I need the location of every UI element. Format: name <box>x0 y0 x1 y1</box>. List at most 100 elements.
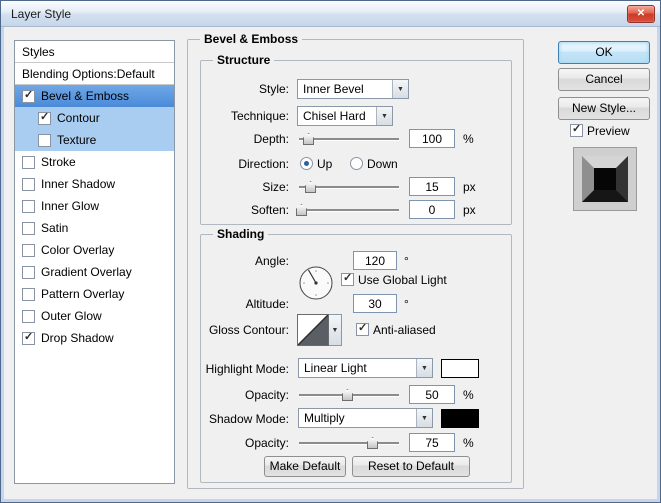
angle-label: Angle: <box>254 254 289 268</box>
shadow-color-swatch[interactable] <box>441 409 479 428</box>
sidebar-item-blending-options[interactable]: Blending Options:Default <box>15 63 174 85</box>
highlight-opacity-label: Opacity: <box>244 388 289 402</box>
preview-checkbox[interactable]: ✓ <box>570 123 583 137</box>
direction-up-radio[interactable] <box>300 157 313 170</box>
layer-style-dialog: Layer Style ✕ Styles Blending Options:De… <box>0 0 661 503</box>
slider-track[interactable] <box>299 442 399 444</box>
angle-unit: ° <box>404 254 409 268</box>
check-icon: ✓ <box>24 330 34 343</box>
highlight-opacity-input[interactable] <box>409 385 455 404</box>
gloss-contour-picker[interactable]: ▼ <box>297 314 342 346</box>
style-enabled-checkbox[interactable] <box>22 155 35 169</box>
shadow-opacity-slider[interactable] <box>299 436 399 450</box>
sidebar-item-satin[interactable]: Satin <box>15 217 174 239</box>
style-enabled-checkbox[interactable] <box>22 177 35 191</box>
direction-down-radio[interactable] <box>350 157 363 170</box>
soften-input[interactable] <box>409 200 455 219</box>
style-label: Style: <box>258 82 289 96</box>
angle-dial[interactable] <box>297 264 335 302</box>
altitude-input[interactable] <box>353 294 397 313</box>
sidebar-item-styles[interactable]: Styles <box>15 41 174 63</box>
ok-button[interactable]: OK <box>558 41 650 64</box>
styles-list: Styles Blending Options:Default ✓ Bevel … <box>14 40 175 484</box>
size-input[interactable] <box>409 177 455 196</box>
soften-unit: px <box>463 203 476 217</box>
chevron-down-icon: ▼ <box>376 107 392 125</box>
highlight-color-swatch[interactable] <box>441 359 479 378</box>
size-unit: px <box>463 180 476 194</box>
use-global-light-label: Use Global Light <box>358 273 447 287</box>
direction-label: Direction: <box>238 157 289 171</box>
close-button[interactable]: ✕ <box>627 5 655 23</box>
make-default-button[interactable]: Make Default <box>264 456 346 477</box>
panel-title: Bevel & Emboss <box>204 32 299 46</box>
sidebar-item-drop-shadow[interactable]: ✓ Drop Shadow <box>15 327 174 349</box>
slider-thumb[interactable] <box>367 437 378 449</box>
structure-legend: Structure <box>217 53 271 67</box>
soften-slider[interactable] <box>296 203 399 217</box>
slider-thumb[interactable] <box>342 389 353 401</box>
shadow-opacity-unit: % <box>463 436 474 450</box>
depth-label: Depth: <box>253 132 289 146</box>
cancel-button[interactable]: Cancel <box>558 68 650 91</box>
highlight-opacity-slider[interactable] <box>299 388 399 402</box>
shadow-opacity-input[interactable] <box>409 433 455 452</box>
style-enabled-checkbox[interactable] <box>22 287 35 301</box>
sidebar-item-outer-glow[interactable]: Outer Glow <box>15 305 174 327</box>
sidebar-item-bevel-emboss[interactable]: ✓ Bevel & Emboss <box>15 85 174 107</box>
style-enabled-checkbox[interactable] <box>22 199 35 213</box>
altitude-label: Altitude: <box>245 297 289 311</box>
style-enabled-checkbox[interactable] <box>22 221 35 235</box>
technique-select[interactable]: Chisel Hard ▼ <box>297 106 393 126</box>
slider-track[interactable] <box>299 209 399 211</box>
bevel-preview-square <box>582 156 628 202</box>
style-select[interactable]: Inner Bevel ▼ <box>297 79 409 99</box>
slider-thumb[interactable] <box>303 133 314 145</box>
sidebar-item-gradient-overlay[interactable]: Gradient Overlay <box>15 261 174 283</box>
size-slider[interactable] <box>299 180 399 194</box>
altitude-unit: ° <box>404 297 409 311</box>
direction-down-label: Down <box>367 157 398 171</box>
sidebar-item-texture[interactable]: Texture <box>15 129 174 151</box>
sidebar-item-color-overlay[interactable]: Color Overlay <box>15 239 174 261</box>
check-icon: ✓ <box>24 88 34 101</box>
style-enabled-checkbox[interactable]: ✓ <box>22 88 35 103</box>
chevron-down-icon: ▼ <box>416 409 432 427</box>
slider-track[interactable] <box>299 138 399 140</box>
window-title: Layer Style <box>11 7 72 21</box>
size-label: Size: <box>262 180 289 194</box>
highlight-opacity-unit: % <box>463 388 474 402</box>
chevron-down-icon: ▼ <box>329 314 342 346</box>
use-global-light-checkbox[interactable]: ✓ <box>341 272 354 286</box>
sidebar-item-stroke[interactable]: Stroke <box>15 151 174 173</box>
highlight-mode-select[interactable]: Linear Light ▼ <box>298 358 433 378</box>
check-icon: ✓ <box>343 272 353 284</box>
style-enabled-checkbox[interactable]: ✓ <box>22 330 35 345</box>
sidebar-item-pattern-overlay[interactable]: Pattern Overlay <box>15 283 174 305</box>
new-style-button[interactable]: New Style... <box>558 97 650 120</box>
style-enabled-checkbox[interactable]: ✓ <box>38 111 51 125</box>
shading-legend: Shading <box>217 227 265 241</box>
angle-input[interactable] <box>353 251 397 270</box>
highlight-mode-label: Highlight Mode: <box>205 362 289 376</box>
gloss-contour-label: Gloss Contour: <box>208 323 289 337</box>
style-enabled-checkbox[interactable] <box>38 133 51 147</box>
check-icon: ✓ <box>358 322 368 334</box>
sidebar-item-contour[interactable]: ✓ Contour <box>15 107 174 129</box>
style-enabled-checkbox[interactable] <box>22 265 35 279</box>
shadow-mode-label: Shadow Mode: <box>208 412 289 426</box>
slider-thumb[interactable] <box>305 181 316 193</box>
depth-input[interactable] <box>409 129 455 148</box>
shadow-mode-select[interactable]: Multiply ▼ <box>298 408 433 428</box>
reset-to-default-button[interactable]: Reset to Default <box>352 456 470 477</box>
sidebar-item-inner-shadow[interactable]: Inner Shadow <box>15 173 174 195</box>
depth-slider[interactable] <box>299 132 399 146</box>
shadow-opacity-label: Opacity: <box>244 436 289 450</box>
anti-aliased-checkbox[interactable]: ✓ <box>356 322 369 336</box>
soften-label: Soften: <box>250 203 289 217</box>
style-enabled-checkbox[interactable] <box>22 243 35 257</box>
title-bar[interactable]: Layer Style <box>1 1 660 27</box>
sidebar-item-inner-glow[interactable]: Inner Glow <box>15 195 174 217</box>
style-enabled-checkbox[interactable] <box>22 309 35 323</box>
style-preview-thumbnail <box>573 147 637 211</box>
